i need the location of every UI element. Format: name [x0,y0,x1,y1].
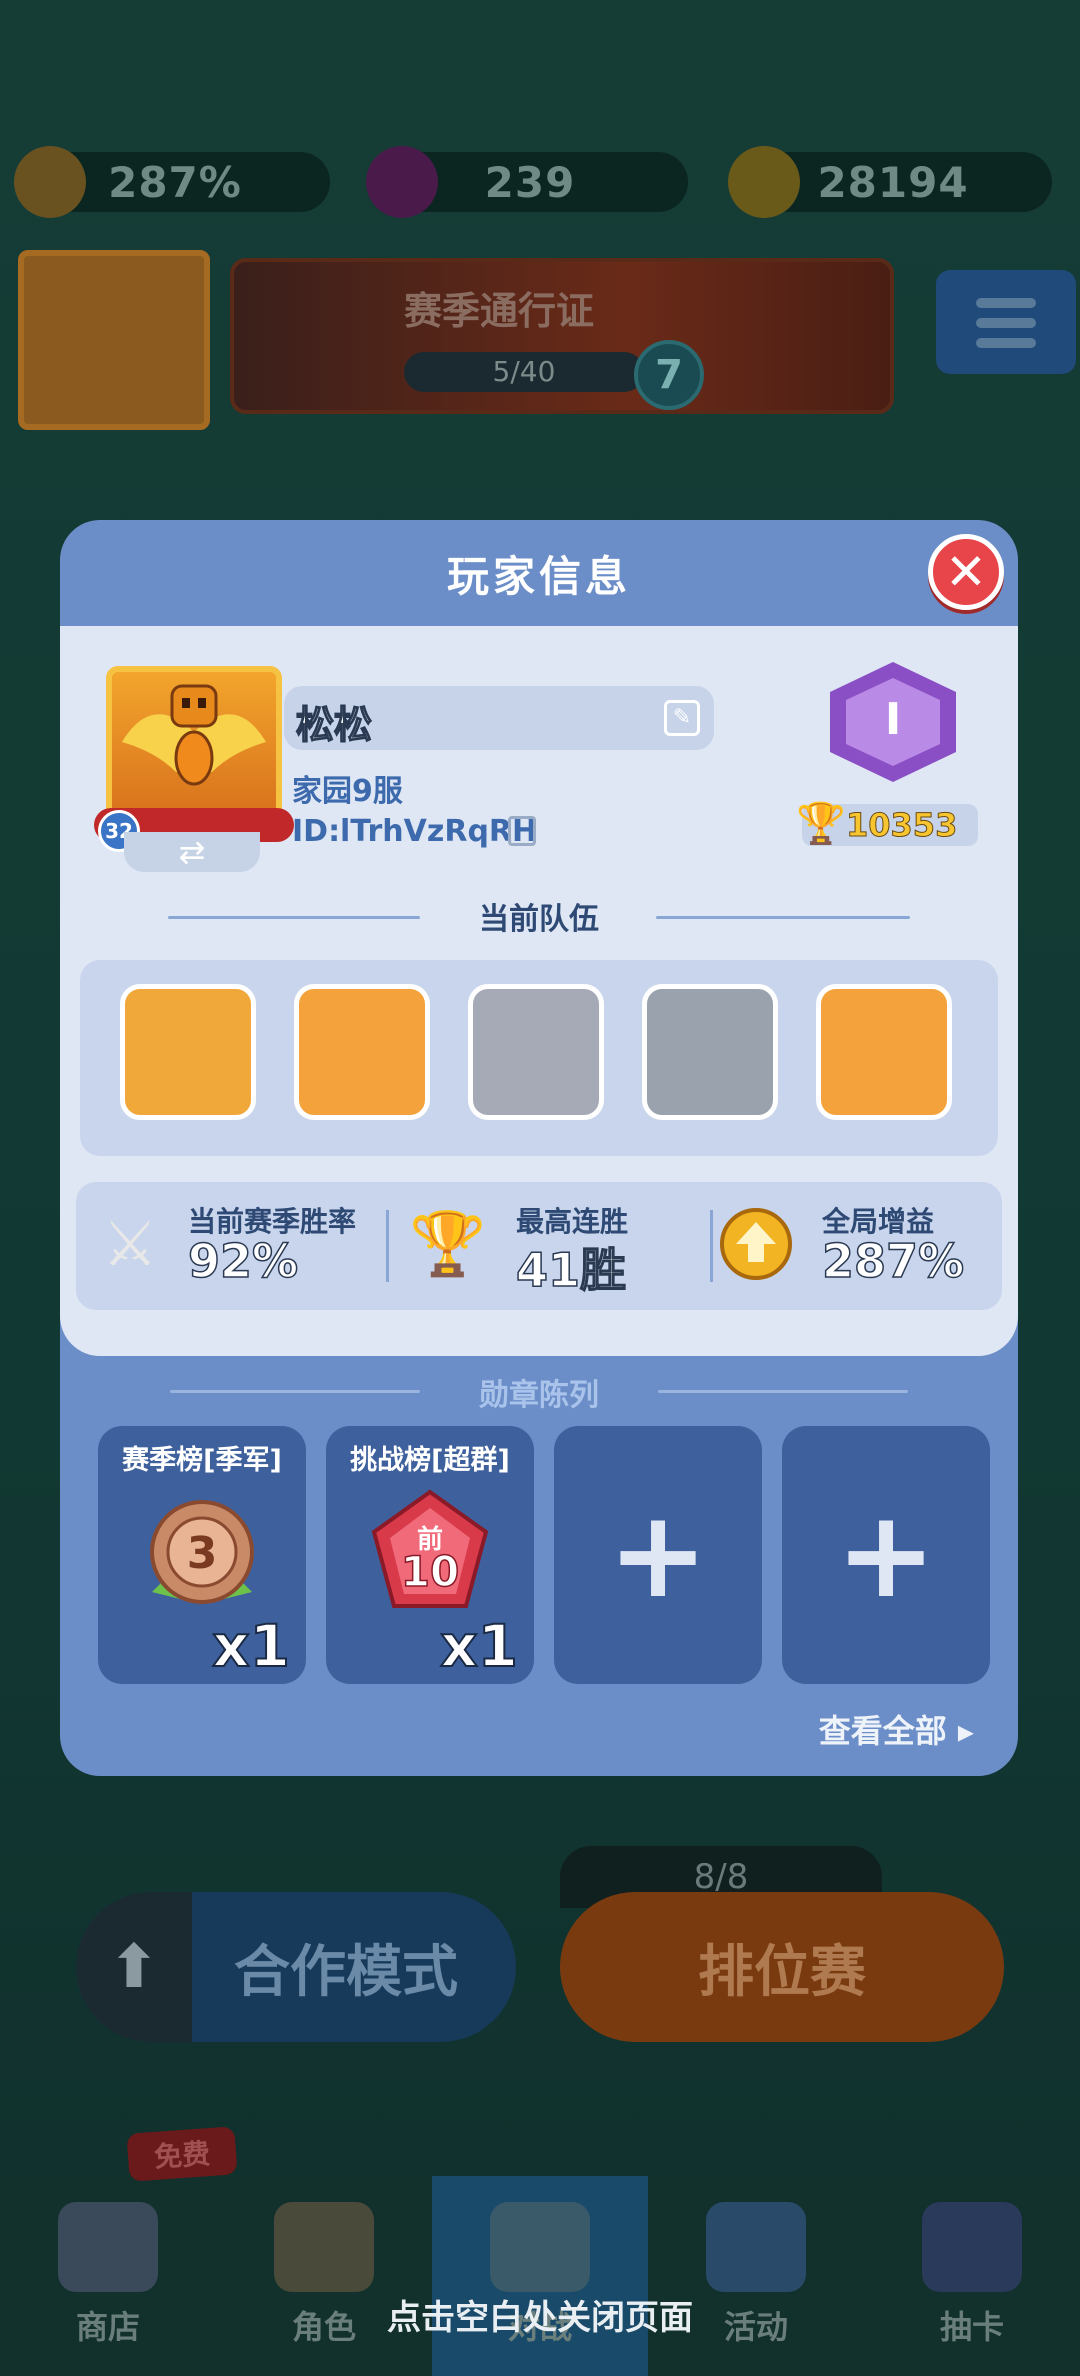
view-all-link[interactable]: 查看全部 ▸ [819,1706,974,1752]
svg-text:3: 3 [187,1528,218,1579]
bronze-medal-3-icon: 3 [150,1500,254,1604]
name-box: 松松 ✎ [284,686,714,750]
divider [658,1390,908,1393]
boost-icon [716,1204,796,1284]
hero-slot-5[interactable] [816,984,952,1120]
team-strip [80,960,998,1156]
player-info-modal: 玩家信息 32 ⇄ 松松 ✎ 家园9服 ID:lTrhVzRqRH I 🏆 10… [60,520,1018,1776]
modal-title: 玩家信息 [446,551,631,601]
medal-count: x1 [211,1611,291,1681]
hero-slot-3[interactable] [468,984,604,1120]
top10-badge-icon: 前 10 [371,1489,489,1608]
medal-count: x1 [439,1611,519,1681]
hero-slot-4[interactable] [642,984,778,1120]
player-id: ID:lTrhVzRqRH [292,814,538,849]
svg-text:10: 10 [401,1547,459,1596]
copy-id-icon[interactable] [508,816,536,846]
plus-icon: + [835,1485,937,1625]
player-server: 家园9服 [292,774,403,809]
medal-slot-empty-1[interactable]: + [554,1426,762,1684]
trophy-icon: 🏆 [796,801,846,847]
plus-icon: + [607,1485,709,1625]
stat-boost: 全局增益 287% [712,1182,1002,1310]
swap-avatar-button[interactable]: ⇄ [124,832,260,872]
hero-slot-2[interactable] [294,984,430,1120]
avatar-frame [106,666,282,826]
golden-knight-portrait-icon [122,684,266,786]
rank-badge: I [830,662,956,794]
stats-panel: ⚔ 当前赛季胜率 92% 🏆 最高连胜 41胜 全局增益 287% [76,1182,1002,1310]
divider [656,916,910,919]
stat-value: 287% [821,1233,965,1289]
close-hint-text: 点击空白处关闭页面 [387,2298,693,2338]
crossed-swords-icon: ⚔ [102,1207,158,1280]
medal-name: 赛季榜[季军] [122,1445,282,1476]
trophy-icon: 🏆 [409,1207,487,1280]
medal-name: 挑战榜[超群] [350,1445,510,1476]
medal-slot-empty-2[interactable]: + [782,1426,990,1684]
stat-winrate: ⚔ 当前赛季胜率 92% [76,1182,386,1310]
edit-name-icon[interactable]: ✎ [664,700,700,736]
stat-value: 41胜 [515,1242,627,1298]
close-icon: ✕ [945,543,987,601]
trophy-count: 10353 [845,806,958,845]
player-name: 松松 [295,702,373,748]
stat-winstreak: 🏆 最高连胜 41胜 [388,1182,708,1310]
swap-arrows-icon: ⇄ [178,833,206,871]
medal-slot-1[interactable]: 赛季榜[季军] 3 x1 [98,1426,306,1684]
close-button[interactable]: ✕ [928,534,1004,610]
modal-body: 32 ⇄ 松松 ✎ 家园9服 ID:lTrhVzRqRH I 🏆 10353 当… [60,626,1018,1356]
hero-slot-1[interactable] [120,984,256,1120]
trophy-count-box: 🏆 10353 [796,801,978,847]
medal-slot-2[interactable]: 挑战榜[超群] 前 10 x1 [326,1426,534,1684]
stat-value: 92% [187,1233,299,1289]
player-avatar[interactable]: 32 [94,658,294,852]
